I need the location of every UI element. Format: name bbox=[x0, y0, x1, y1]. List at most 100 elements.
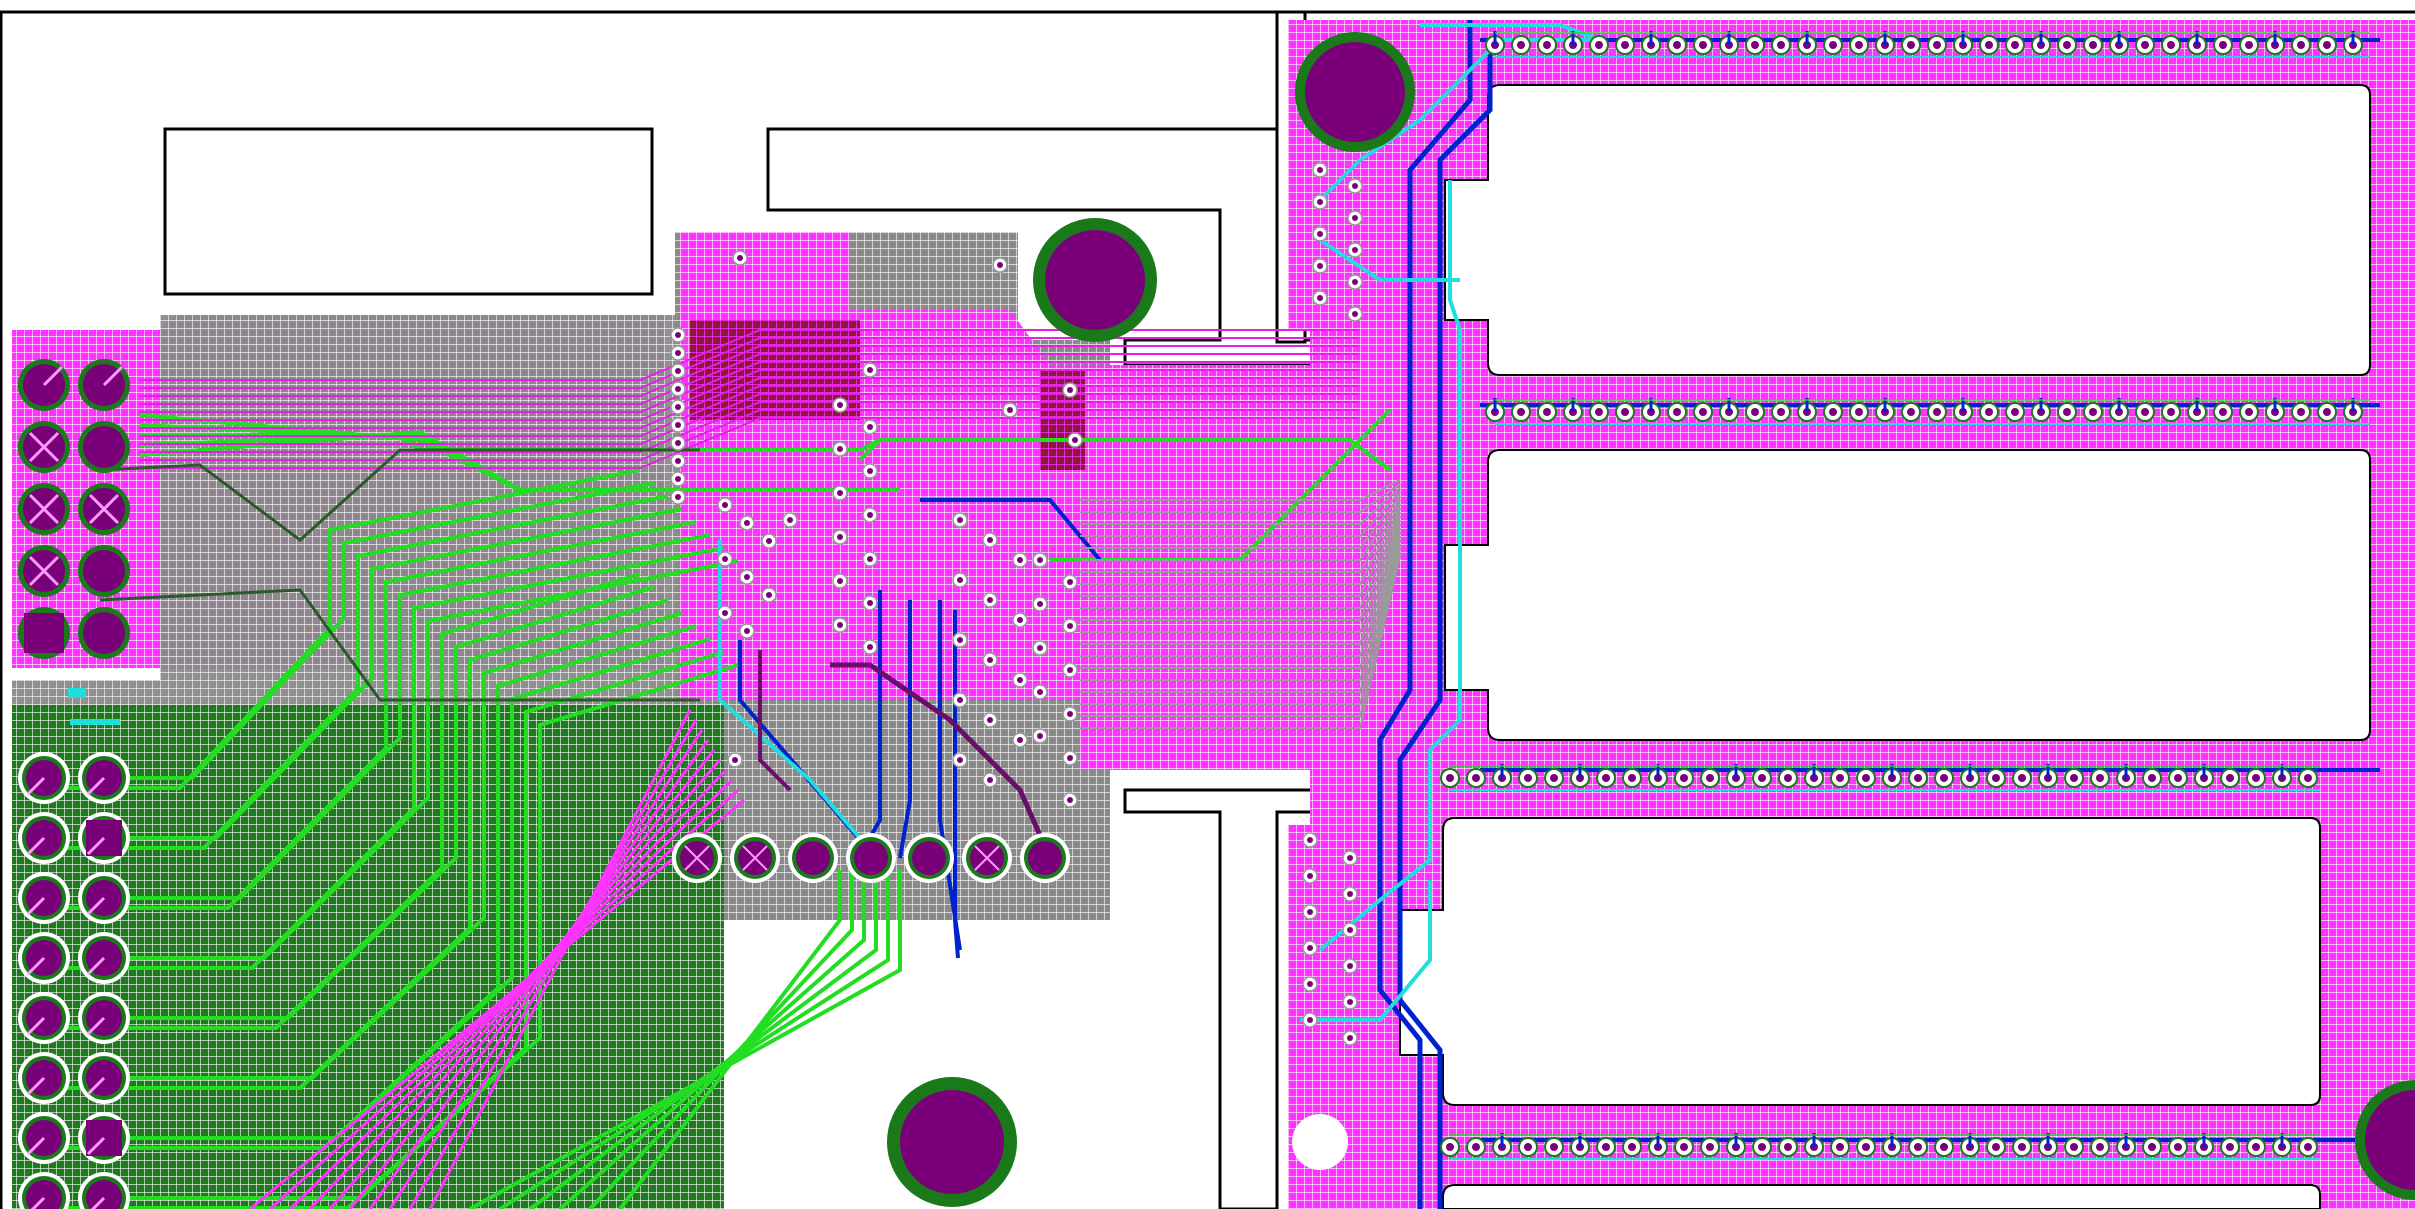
dip-pin bbox=[1778, 1137, 1798, 1157]
header-pin bbox=[18, 359, 70, 411]
dip-pin bbox=[2213, 35, 2233, 55]
dip-pin bbox=[2012, 1137, 2032, 1157]
header-pin bbox=[18, 545, 70, 597]
dip-pin bbox=[1700, 1137, 1720, 1157]
dip-pin bbox=[1745, 402, 1765, 422]
dip-pin bbox=[1908, 768, 1928, 788]
dip-pin bbox=[2090, 1137, 2110, 1157]
header-pin bbox=[18, 752, 70, 804]
dip-pin bbox=[1830, 768, 1850, 788]
dip-pin bbox=[1596, 768, 1616, 788]
dip-pin bbox=[2083, 402, 2103, 422]
mounting-hole-1 bbox=[1033, 218, 1157, 342]
dip-pin bbox=[2142, 768, 2162, 788]
dip-module-2 bbox=[1444, 449, 2371, 741]
header-pin bbox=[78, 1052, 130, 1104]
dip-pin bbox=[1745, 35, 1765, 55]
header-pin bbox=[18, 992, 70, 1044]
pcb-board bbox=[0, 10, 2415, 1209]
dip-pin bbox=[1667, 402, 1687, 422]
dip-pin bbox=[1518, 768, 1538, 788]
dip-pin bbox=[2239, 402, 2259, 422]
dip-module-1 bbox=[1444, 84, 2371, 376]
pin-row-pad bbox=[1020, 833, 1070, 883]
dip-pin bbox=[1927, 402, 1947, 422]
dip-pin bbox=[2239, 35, 2259, 55]
header-pin bbox=[18, 932, 70, 984]
header-pin bbox=[18, 1112, 70, 1164]
dip-pin bbox=[1589, 402, 1609, 422]
dip-pin bbox=[2220, 768, 2240, 788]
dip-pin bbox=[1849, 402, 1869, 422]
dip-pin bbox=[1986, 1137, 2006, 1157]
dip-pin bbox=[1466, 1137, 1486, 1157]
pin-row-pad bbox=[846, 833, 896, 883]
dip-pin bbox=[1849, 35, 1869, 55]
dip-pin bbox=[1823, 35, 1843, 55]
dip-pin bbox=[1908, 1137, 1928, 1157]
dip-pin bbox=[1667, 35, 1687, 55]
header-pin bbox=[18, 607, 70, 659]
dip-pin bbox=[1615, 35, 1635, 55]
header-pin bbox=[18, 812, 70, 864]
dip-pin bbox=[2064, 1137, 2084, 1157]
header-pin bbox=[78, 752, 130, 804]
dip-pin bbox=[1674, 1137, 1694, 1157]
header-pin bbox=[78, 359, 130, 411]
dip-pin bbox=[2083, 35, 2103, 55]
header-pin bbox=[18, 483, 70, 535]
dip-pin bbox=[2246, 768, 2266, 788]
dip-pin bbox=[2298, 768, 2318, 788]
dip-pin bbox=[1986, 768, 2006, 788]
dip-pin bbox=[1856, 1137, 1876, 1157]
mounting-hole-5 bbox=[1292, 1114, 1348, 1170]
dip-pin bbox=[1693, 35, 1713, 55]
dip-pin bbox=[2090, 768, 2110, 788]
pin-row-pad bbox=[962, 833, 1012, 883]
dip-pin bbox=[2005, 402, 2025, 422]
dip-pin bbox=[2298, 1137, 2318, 1157]
header-pin bbox=[78, 872, 130, 924]
dip-module-3 bbox=[1399, 817, 2321, 1106]
pin-row-pad bbox=[730, 833, 780, 883]
header-pin bbox=[78, 812, 130, 864]
dip-pin bbox=[2005, 35, 2025, 55]
dip-pin bbox=[1901, 35, 1921, 55]
dip-pin bbox=[1934, 1137, 1954, 1157]
pin-row-pad bbox=[788, 833, 838, 883]
header-pin bbox=[78, 421, 130, 473]
dip-pin bbox=[2168, 768, 2188, 788]
dip-pin bbox=[2012, 768, 2032, 788]
header-pin bbox=[78, 483, 130, 535]
dip-pin bbox=[1440, 1137, 1460, 1157]
dip-modules bbox=[1399, 84, 2371, 1209]
dip-pin bbox=[2213, 402, 2233, 422]
dip-pin bbox=[1518, 1137, 1538, 1157]
dip-pin bbox=[2220, 1137, 2240, 1157]
header-pin bbox=[18, 1052, 70, 1104]
dip-pin bbox=[2161, 402, 2181, 422]
dip-pin bbox=[1511, 35, 1531, 55]
dip-pin bbox=[1934, 768, 1954, 788]
dip-pin bbox=[1830, 1137, 1850, 1157]
dip-pin bbox=[1979, 35, 1999, 55]
header-pin bbox=[78, 932, 130, 984]
dip-pin bbox=[1771, 35, 1791, 55]
dip-pin bbox=[1771, 402, 1791, 422]
dip-pin bbox=[1544, 768, 1564, 788]
dip-pin bbox=[1622, 1137, 1642, 1157]
dip-pin bbox=[1823, 402, 1843, 422]
header-pin bbox=[18, 872, 70, 924]
dip-pin bbox=[1615, 402, 1635, 422]
dip-pin bbox=[1622, 768, 1642, 788]
header-pin bbox=[78, 545, 130, 597]
dip-pin bbox=[2142, 1137, 2162, 1157]
dip-pin bbox=[1752, 1137, 1772, 1157]
header-pin bbox=[78, 992, 130, 1044]
dip-pin bbox=[1537, 35, 1557, 55]
dip-pin bbox=[2291, 35, 2311, 55]
dip-pin bbox=[2291, 402, 2311, 422]
dip-pin bbox=[2168, 1137, 2188, 1157]
dip-module-4 bbox=[1442, 1184, 2321, 1209]
dip-pin bbox=[2135, 35, 2155, 55]
